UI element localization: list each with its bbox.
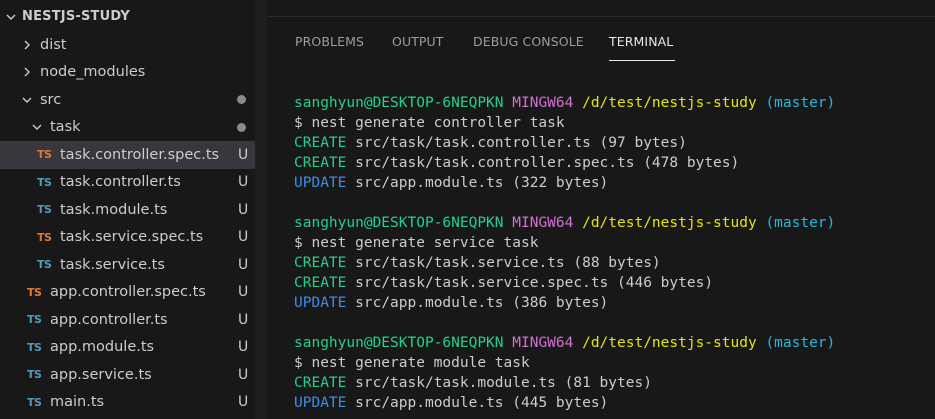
tree-item-label: task.service.ts: [60, 256, 165, 273]
typescript-file-icon: TS: [27, 368, 42, 382]
terminal-prompt-line: sanghyun@DESKTOP-6NEQPKN MINGW64 /d/test…: [294, 215, 836, 231]
untracked-status-badge: U: [238, 201, 249, 218]
sidebar-scrollbar[interactable]: [255, 0, 267, 419]
untracked-status-badge: U: [238, 174, 249, 191]
tree-item-label: task.controller.spec.ts: [60, 146, 220, 163]
untracked-status-badge: U: [238, 311, 249, 328]
typescript-file-icon: TS: [37, 258, 52, 272]
explorer-root-header[interactable]: NESTJS-STUDY: [0, 3, 255, 31]
tab-terminal[interactable]: TERMINAL: [609, 34, 673, 49]
typescript-file-icon: TS: [37, 148, 52, 162]
terminal-prompt-line: sanghyun@DESKTOP-6NEQPKN MINGW64 /d/test…: [294, 335, 836, 351]
untracked-status-badge: U: [238, 146, 249, 163]
tree-file-task-controller[interactable]: TS task.controller.ts U: [0, 169, 255, 197]
chevron-right-icon: [21, 64, 33, 80]
terminal-command-line: $ nest generate service task: [294, 235, 539, 251]
tree-item-label: task.module.ts: [60, 201, 168, 218]
tree-item-label: dist: [40, 36, 67, 53]
tree-folder-node-modules[interactable]: node_modules: [0, 59, 255, 87]
tree-file-task-service[interactable]: TS task.service.ts U: [0, 251, 255, 279]
terminal-output-line: CREATE src/task/task.module.ts (81 bytes…: [294, 375, 652, 391]
tree-item-label: main.ts: [50, 394, 105, 411]
tree-item-label: app.controller.spec.ts: [50, 284, 206, 301]
terminal-output-line: CREATE src/task/task.controller.spec.ts …: [294, 155, 740, 171]
typescript-file-icon: TS: [37, 230, 52, 244]
tree-folder-task[interactable]: task: [0, 114, 255, 142]
tree-item-label: src: [40, 91, 62, 108]
tree-file-app-module[interactable]: TS app.module.ts U: [0, 334, 255, 362]
tree-file-app-controller[interactable]: TS app.controller.ts U: [0, 306, 255, 334]
terminal-output-line: UPDATE src/app.module.ts (386 bytes): [294, 295, 609, 311]
typescript-file-icon: TS: [27, 340, 42, 354]
terminal-prompt-line: sanghyun@DESKTOP-6NEQPKN MINGW64 /d/test…: [294, 95, 836, 111]
chevron-down-icon: [21, 92, 33, 108]
chevron-right-icon: [21, 37, 33, 53]
tree-item-label: app.module.ts: [50, 339, 155, 356]
untracked-status-badge: U: [238, 229, 249, 246]
explorer-sidebar: NESTJS-STUDY dist node_modules src task …: [0, 0, 267, 419]
modified-dot-icon: [237, 122, 246, 132]
tree-file-task-service-spec[interactable]: TS task.service.spec.ts U: [0, 224, 255, 252]
untracked-status-badge: U: [238, 284, 249, 301]
terminal-command-line: $ nest generate controller task: [294, 115, 565, 131]
tree-item-label: app.controller.ts: [50, 311, 168, 328]
untracked-status-badge: U: [238, 339, 249, 356]
tree-file-task-controller-spec[interactable]: TS task.controller.spec.ts U: [0, 141, 255, 169]
tree-folder-dist[interactable]: dist: [0, 31, 255, 59]
tree-item-label: task: [50, 119, 81, 136]
untracked-status-badge: U: [238, 394, 249, 411]
chevron-down-icon: [31, 119, 43, 135]
tree-file-app-controller-spec[interactable]: TS app.controller.spec.ts U: [0, 279, 255, 307]
tab-output[interactable]: OUTPUT: [392, 34, 444, 49]
typescript-file-icon: TS: [37, 175, 52, 189]
explorer-root-label: NESTJS-STUDY: [22, 9, 131, 25]
tree-file-task-module[interactable]: TS task.module.ts U: [0, 196, 255, 224]
terminal-output-line: UPDATE src/app.module.ts (322 bytes): [294, 175, 609, 191]
typescript-file-icon: TS: [27, 285, 42, 299]
terminal-output[interactable]: sanghyun@DESKTOP-6NEQPKN MINGW64 /d/test…: [294, 93, 835, 413]
tree-item-label: app.service.ts: [50, 366, 152, 383]
panel-tabs: PROBLEMS OUTPUT DEBUG CONSOLE TERMINAL: [267, 26, 935, 56]
tree-file-main[interactable]: TS main.ts U: [0, 389, 255, 417]
terminal-output-line: CREATE src/task/task.controller.ts (97 b…: [294, 135, 687, 151]
chevron-down-icon: [5, 9, 17, 25]
active-tab-indicator: [609, 60, 675, 61]
terminal-output-line: UPDATE src/app.module.ts (445 bytes): [294, 395, 609, 411]
editor-area-edge: [267, 0, 935, 17]
untracked-status-badge: U: [238, 366, 249, 383]
bottom-panel: PROBLEMS OUTPUT DEBUG CONSOLE TERMINAL s…: [267, 0, 935, 419]
tree-item-label: node_modules: [40, 64, 146, 81]
terminal-output-line: CREATE src/task/task.service.ts (88 byte…: [294, 255, 661, 271]
untracked-status-badge: U: [238, 256, 249, 273]
tab-problems[interactable]: PROBLEMS: [295, 34, 364, 49]
tab-debug-console[interactable]: DEBUG CONSOLE: [473, 34, 584, 49]
tree-item-label: task.controller.ts: [60, 174, 181, 191]
tree-file-app-service[interactable]: TS app.service.ts U: [0, 361, 255, 389]
typescript-file-icon: TS: [27, 395, 42, 409]
modified-dot-icon: [237, 95, 246, 104]
typescript-file-icon: TS: [37, 203, 52, 217]
vscode-window: NESTJS-STUDY dist node_modules src task …: [0, 0, 935, 419]
tree-item-label: task.service.spec.ts: [60, 229, 204, 246]
typescript-file-icon: TS: [27, 313, 42, 327]
tree-folder-src[interactable]: src: [0, 86, 255, 114]
terminal-command-line: $ nest generate module task: [294, 355, 530, 371]
terminal-output-line: CREATE src/task/task.service.spec.ts (44…: [294, 275, 714, 291]
